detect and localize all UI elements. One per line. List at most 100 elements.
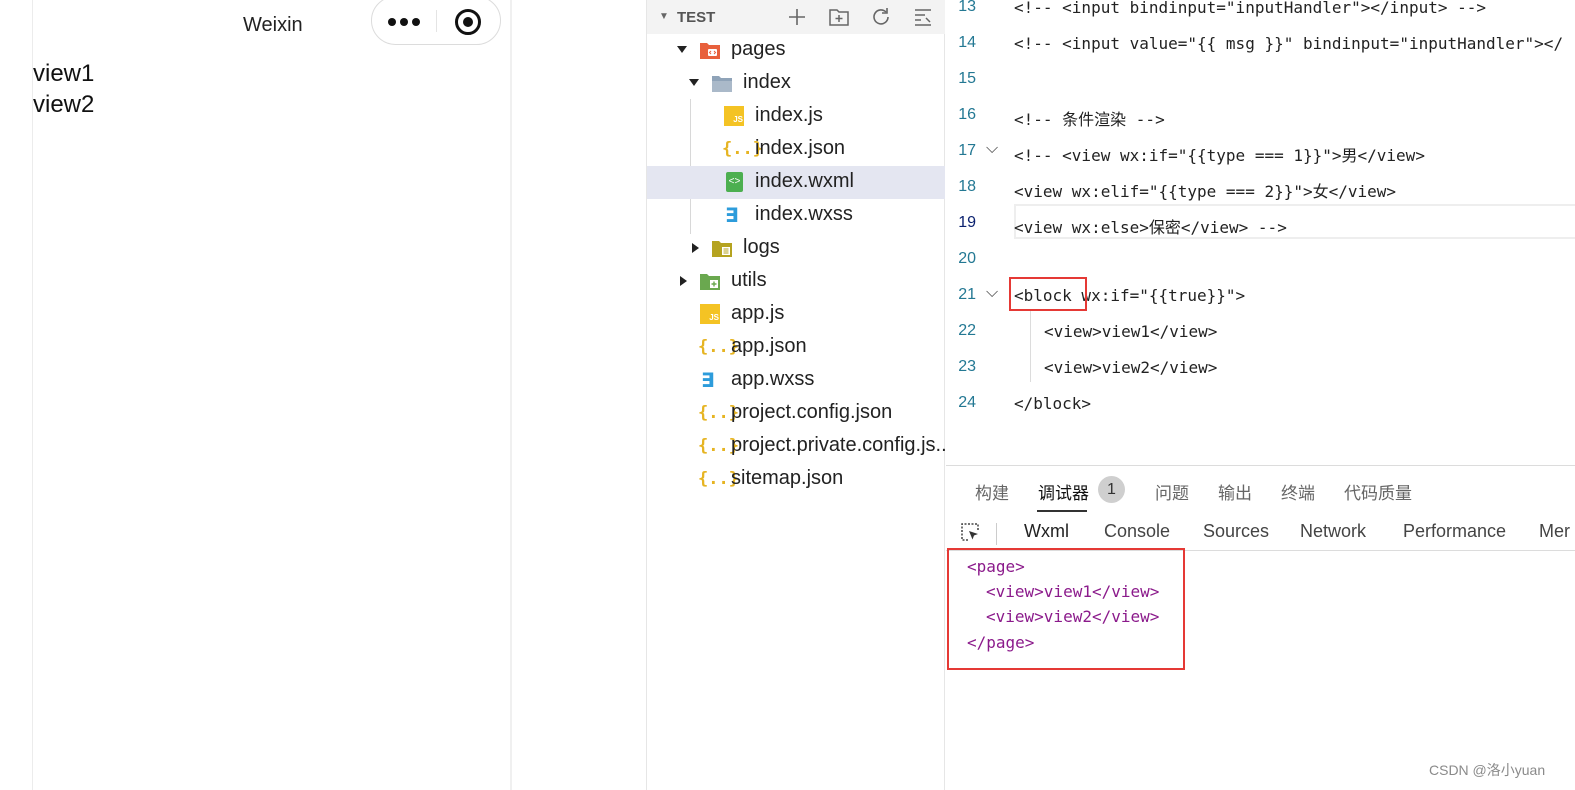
code-line[interactable]: 18 <view wx:elif="{{type === 2}}">女</vie… (946, 170, 1575, 206)
folder-icon (711, 73, 733, 93)
code-line[interactable]: 14 <!-- <input value="{{ msg }}" bindinp… (946, 26, 1575, 62)
code-line[interactable]: 17 ⌵ <!-- <view wx:if="{{type === 1}}">男… (946, 134, 1575, 170)
rendered-view-1: view1 (33, 60, 95, 87)
tree-item-index-json[interactable]: {..} index.json (647, 133, 945, 166)
more-icon[interactable] (388, 18, 420, 26)
code-line[interactable]: 16 <!-- 条件渲染 --> (946, 98, 1575, 134)
tree-item-project-private-config[interactable]: {..} project.private.config.js... (647, 430, 952, 463)
tree-item-app-wxss[interactable]: ∃ app.wxss (647, 364, 945, 397)
tree-item-label: index.wxss (755, 203, 853, 225)
json-file-icon: {..} (698, 337, 739, 357)
tree-item-logs[interactable]: logs (647, 232, 945, 265)
tab-debugger[interactable]: 调试器 (1038, 479, 1089, 504)
code-line[interactable]: 23 <view>view2</view> (946, 350, 1575, 386)
tab-terminal[interactable]: 终端 (1281, 479, 1315, 504)
explorer-title: TEST (677, 9, 716, 26)
code-text: <!-- 条件渲染 --> (1014, 110, 1165, 129)
close-target-icon[interactable] (455, 9, 481, 35)
capsule-divider (436, 10, 437, 32)
css-file-icon: ∃ (701, 368, 715, 392)
tree-item-label: sitemap.json (731, 467, 844, 489)
fold-chevron-icon[interactable]: ⌵ (986, 282, 998, 302)
tree-item-utils[interactable]: utils (647, 265, 945, 298)
debugger-count-badge: 1 (1098, 476, 1125, 503)
line-number: 20 (958, 250, 976, 267)
wxml-file-icon: <> (726, 172, 743, 192)
new-file-icon[interactable] (786, 6, 808, 28)
js-file-icon: JS (700, 304, 720, 324)
dom-tree-highlight-box (947, 548, 1185, 670)
refresh-icon[interactable] (870, 6, 892, 28)
tree-item-label: index.json (755, 137, 846, 159)
tree-item-label: utils (731, 269, 767, 291)
line-number: 18 (958, 178, 976, 195)
code-line[interactable]: 22 <view>view1</view> (946, 314, 1575, 350)
tree-item-label: pages (731, 38, 786, 60)
tree-item-index-wxml[interactable]: <> index.wxml (647, 166, 945, 199)
collapse-all-icon[interactable] (912, 6, 934, 28)
code-line[interactable]: 20 (946, 242, 1575, 278)
utils-folder-icon (699, 271, 721, 291)
tab-build[interactable]: 构建 (975, 479, 1009, 504)
collapse-section-icon[interactable]: ▼ (659, 11, 669, 22)
line-number: 16 (958, 106, 976, 123)
block-tag-highlight-box (1009, 277, 1087, 311)
tree-item-index[interactable]: index (647, 67, 945, 100)
tree-item-pages[interactable]: pages (647, 34, 945, 67)
tab-memory[interactable]: Mer (1539, 521, 1570, 542)
tree-item-sitemap[interactable]: {..} sitemap.json (647, 463, 945, 496)
code-line[interactable]: 15 (946, 62, 1575, 98)
tab-problems[interactable]: 问题 (1155, 479, 1189, 504)
code-text: <view>view1</view> (1044, 322, 1218, 341)
tree-item-index-wxss[interactable]: ∃ index.wxss (647, 199, 945, 232)
simulator-right-edge (510, 0, 512, 790)
tree-item-label: app.wxss (731, 368, 815, 390)
tab-network[interactable]: Network (1300, 521, 1366, 542)
fold-chevron-icon[interactable]: ⌵ (986, 138, 998, 158)
line-number: 21 (958, 286, 976, 303)
chevron-down-icon (677, 46, 687, 53)
new-folder-icon[interactable] (828, 6, 850, 28)
json-file-icon: {..} (698, 436, 739, 456)
tree-item-label: logs (743, 236, 780, 258)
explorer-header: ▼ TEST (647, 0, 945, 34)
toolbar-divider (996, 523, 997, 545)
code-line[interactable]: 13 <!-- <input bindinput="inputHandler">… (946, 0, 1575, 26)
active-tab-underline (1037, 510, 1087, 512)
tree-item-label: app.js (731, 302, 785, 324)
line-number: 13 (958, 0, 976, 15)
tree-item-app-json[interactable]: {..} app.json (647, 331, 945, 364)
line-number: 24 (958, 394, 976, 411)
code-text: </block> (1014, 394, 1092, 413)
capsule-menu[interactable] (371, 0, 501, 45)
devtools-tabbar: Wxml Console Sources Network Performance… (946, 515, 1575, 551)
tab-sources[interactable]: Sources (1203, 521, 1269, 542)
line-number: 22 (958, 322, 976, 339)
tree-item-label: index.js (755, 104, 823, 126)
code-text: <!-- <view wx:if="{{type === 1}}">男</vie… (1014, 146, 1425, 165)
tab-code-quality[interactable]: 代码质量 (1344, 479, 1412, 504)
tree-item-label: index.wxml (755, 170, 854, 192)
tree-item-label: app.json (731, 335, 807, 357)
tab-output[interactable]: 输出 (1218, 479, 1252, 504)
tree-item-project-config[interactable]: {..} project.config.json (647, 397, 945, 430)
code-line-current[interactable]: 19 <view wx:else>保密</view> --> (946, 206, 1575, 242)
tab-console[interactable]: Console (1104, 521, 1170, 542)
tree-item-label: index (743, 71, 791, 93)
chevron-down-icon (689, 79, 699, 86)
logs-folder-icon (711, 238, 733, 258)
tree-item-label: project.config.json (731, 401, 893, 423)
code-line[interactable]: 24 </block> (946, 386, 1575, 422)
tree-item-label: project.private.config.js... (731, 434, 953, 456)
watermark: CSDN @洛小yuan (1429, 762, 1546, 778)
tab-wxml[interactable]: Wxml (1024, 521, 1069, 542)
inspect-element-icon[interactable] (959, 521, 981, 543)
tree-item-app-js[interactable]: JS app.js (647, 298, 945, 331)
rendered-view-2: view2 (33, 91, 95, 118)
tree-item-index-js[interactable]: JS index.js (647, 100, 945, 133)
pages-folder-icon (699, 40, 721, 60)
code-editor[interactable]: 13 <!-- <input bindinput="inputHandler">… (946, 0, 1575, 465)
line-number: 15 (958, 70, 976, 87)
json-file-icon: {..} (722, 139, 763, 159)
tab-performance[interactable]: Performance (1403, 521, 1506, 542)
